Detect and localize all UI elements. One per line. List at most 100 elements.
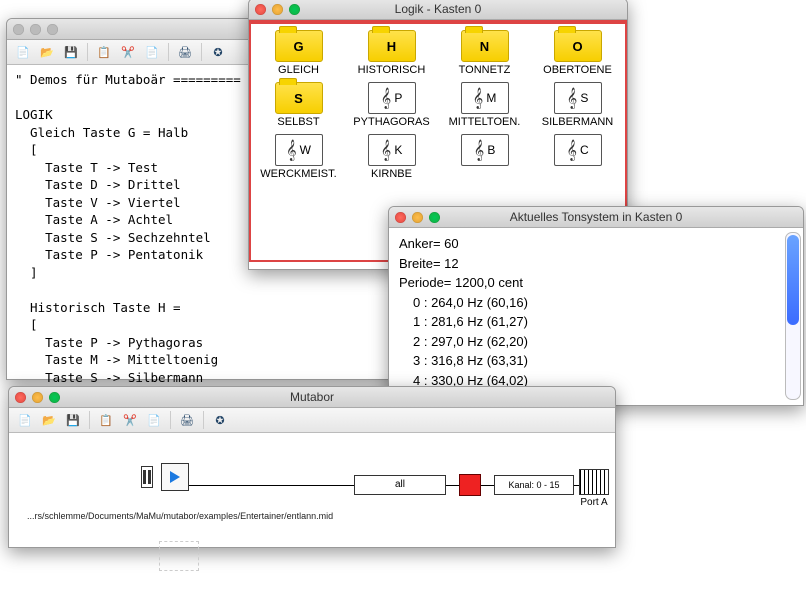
width-label: Breite= [399,256,444,271]
mutabor-titlebar[interactable]: Mutabor [9,387,615,408]
mutabor-window: Mutabor 📄 📂 💾 📋 ✂️ 📄 🖨 ✪ ...rs/schlemme/… [8,386,616,548]
help-icon[interactable]: ✪ [208,43,228,61]
logik-item[interactable]: N TONNETZ [441,30,528,76]
logik-item[interactable]: 𝄞M MITTELTOEN. [441,82,528,128]
logik-item[interactable]: 𝄞S SILBERMANN [534,82,621,128]
filter-label: all [354,475,446,495]
logik-item-label: OBERTOENE [543,64,612,76]
box-icon [459,474,481,496]
logik-item-label: PYTHAGORAS [353,116,429,128]
folder-icon: S [275,82,323,114]
tuning-icon: 𝄞K [368,134,416,166]
zoom-icon[interactable] [49,392,60,403]
print-icon[interactable]: 🖨 [177,411,197,429]
mutabor-title: Mutabor [9,390,615,404]
tone-row: 2 : 297,0 Hz (62,20) [413,332,793,352]
new-icon[interactable]: 📄 [15,411,35,429]
pause-button[interactable] [141,466,153,488]
logik-item-label: SELBST [277,116,319,128]
scroll-thumb[interactable] [787,235,799,325]
paste-icon[interactable]: 📄 [142,43,162,61]
logik-item-label: KIRNBE [371,168,412,180]
copy-icon[interactable]: 📋 [96,411,116,429]
channel-node[interactable]: Kanal: 0 - 15 [494,475,574,495]
tuning-icon: 𝄞M [461,82,509,114]
tone-row: 0 : 264,0 Hz (60,16) [413,293,793,313]
folder-icon: H [368,30,416,62]
open-icon[interactable]: 📂 [39,411,59,429]
zoom-icon[interactable] [47,24,58,35]
logik-grid: G GLEICH H HISTORISCH N TONNETZ O OBERTOENE S SEL… [255,30,621,180]
logik-item-label: HISTORISCH [358,64,426,76]
close-icon[interactable] [395,212,406,223]
logik-item[interactable]: H HISTORISCH [348,30,435,76]
save-icon[interactable]: 💾 [61,43,81,61]
print-icon[interactable]: 🖨 [175,43,195,61]
tuning-icon: 𝄞C [554,134,602,166]
close-icon[interactable] [13,24,24,35]
period-value: 1200,0 cent [455,275,523,290]
tuning-icon: 𝄞P [368,82,416,114]
tuning-icon: 𝄞S [554,82,602,114]
logik-titlebar[interactable]: Logik - Kasten 0 [249,0,627,20]
tonsystem-content: Anker= 60 Breite= 12 Periode= 1200,0 cen… [389,228,803,404]
midi-file-icon [161,463,189,491]
help-icon[interactable]: ✪ [210,411,230,429]
scrollbar[interactable] [785,232,801,400]
port-label: Port A [580,497,607,508]
tuning-icon: 𝄞W [275,134,323,166]
close-icon[interactable] [15,392,26,403]
logik-item-label: MITTELTOEN. [449,116,521,128]
logik-item[interactable]: 𝄞P PYTHAGORAS [348,82,435,128]
input-file-path: ...rs/schlemme/Documents/MaMu/mutabor/ex… [27,511,333,521]
anchor-value: 60 [444,236,458,251]
logik-item[interactable]: O OBERTOENE [534,30,621,76]
logik-item-label: TONNETZ [459,64,511,76]
period-label: Periode= [399,275,455,290]
zoom-icon[interactable] [289,4,300,15]
logik-item-label: SILBERMANN [542,116,614,128]
minimize-icon[interactable] [32,392,43,403]
logik-item[interactable]: G GLEICH [255,30,342,76]
cut-icon[interactable]: ✂️ [118,43,138,61]
zoom-icon[interactable] [429,212,440,223]
tonsystem-window: Aktuelles Tonsystem in Kasten 0 Anker= 6… [388,206,804,406]
logik-item[interactable]: 𝄞C [534,134,621,180]
tone-row: 1 : 281,6 Hz (61,27) [413,312,793,332]
close-icon[interactable] [255,4,266,15]
logik-item[interactable]: 𝄞W WERCKMEIST. [255,134,342,180]
logik-item[interactable]: 𝄞K KIRNBE [348,134,435,180]
minimize-icon[interactable] [272,4,283,15]
logik-item[interactable]: S SELBST [255,82,342,128]
folder-icon: N [461,30,509,62]
logik-item[interactable]: 𝄞B [441,134,528,180]
width-value: 12 [444,256,458,271]
paste-icon[interactable]: 📄 [144,411,164,429]
tonsystem-title: Aktuelles Tonsystem in Kasten 0 [389,210,803,224]
channel-label: Kanal: 0 - 15 [494,475,574,495]
tuning-icon: 𝄞B [461,134,509,166]
new-icon[interactable]: 📄 [13,43,33,61]
cut-icon[interactable]: ✂️ [120,411,140,429]
minimize-icon[interactable] [30,24,41,35]
logik-item-label: WERCKMEIST. [260,168,336,180]
output-device-node[interactable]: Port A [579,469,609,508]
anchor-label: Anker= [399,236,444,251]
box-node[interactable] [459,474,481,496]
midi-port-icon [579,469,609,495]
folder-icon: O [554,30,602,62]
folder-icon: G [275,30,323,62]
logik-title: Logik - Kasten 0 [249,2,627,16]
input-file-node[interactable] [161,463,189,491]
tonsystem-titlebar[interactable]: Aktuelles Tonsystem in Kasten 0 [389,207,803,228]
input-filter-node[interactable]: all [354,475,446,495]
open-icon[interactable]: 📂 [37,43,57,61]
tone-row: 3 : 316,8 Hz (63,31) [413,351,793,371]
minimize-icon[interactable] [412,212,423,223]
copy-icon[interactable]: 📋 [94,43,114,61]
logik-item-label: GLEICH [278,64,319,76]
mutabor-toolbar: 📄 📂 💾 📋 ✂️ 📄 🖨 ✪ [9,408,615,433]
play-icon [170,471,180,483]
empty-slot[interactable] [159,541,199,571]
save-icon[interactable]: 💾 [63,411,83,429]
